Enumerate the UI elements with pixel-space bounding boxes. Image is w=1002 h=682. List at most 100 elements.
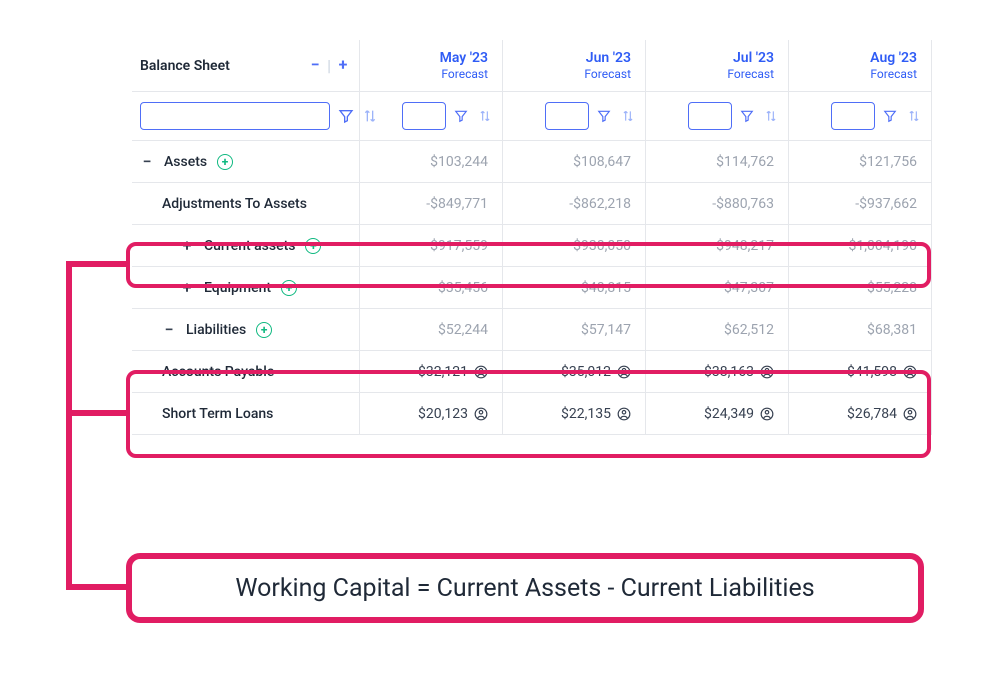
search-input[interactable] xyxy=(140,102,330,130)
period-sublabel: Forecast xyxy=(660,67,774,81)
value-cell[interactable]: $948,217 xyxy=(646,225,789,266)
cell-value: $114,762 xyxy=(716,154,774,170)
add-item-icon[interactable]: + xyxy=(217,154,233,170)
value-cell[interactable]: -$862,218 xyxy=(503,183,646,224)
cell-value: $948,217 xyxy=(716,238,774,254)
cell-value: $52,244 xyxy=(438,322,488,338)
filter-icon[interactable] xyxy=(595,107,613,125)
cell-value: $121,756 xyxy=(859,154,917,170)
period-sublabel: Forecast xyxy=(803,67,917,81)
filter-icon[interactable] xyxy=(452,107,470,125)
add-item-icon[interactable]: + xyxy=(305,238,321,254)
period-header[interactable]: Jul '23 Forecast xyxy=(646,40,789,91)
value-cell[interactable]: $55,228 xyxy=(789,267,932,308)
value-cell[interactable]: $108,647 xyxy=(503,141,646,182)
period-header[interactable]: Jun '23 Forecast xyxy=(503,40,646,91)
row-label-text: Equipment xyxy=(204,280,271,296)
value-cell[interactable]: $57,147 xyxy=(503,309,646,350)
value-cell[interactable]: $32,121 xyxy=(360,351,503,392)
expand-toggle-icon[interactable]: − xyxy=(140,152,154,171)
period-header[interactable]: Aug '23 Forecast xyxy=(789,40,932,91)
title-cell: Balance Sheet − | + xyxy=(132,40,360,91)
cell-value: $20,123 xyxy=(418,406,468,422)
col-filter-input[interactable] xyxy=(545,102,589,130)
cell-value: $917,559 xyxy=(430,238,488,254)
row-label-cell[interactable]: −Liabilities+ xyxy=(132,309,360,350)
filter-col xyxy=(360,92,503,140)
col-filter-input[interactable] xyxy=(402,102,446,130)
table-row: Adjustments To Assets-$849,771-$862,218-… xyxy=(132,183,932,225)
row-label-cell[interactable]: + Current assets + xyxy=(132,225,360,266)
value-cell[interactable]: $1,004,190 xyxy=(789,225,932,266)
value-cell[interactable]: $917,559 xyxy=(360,225,503,266)
col-filter-input[interactable] xyxy=(831,102,875,130)
cell-value: -$849,771 xyxy=(426,196,488,212)
value-cell[interactable]: $47,307 xyxy=(646,267,789,308)
cell-value: $35,012 xyxy=(561,364,611,380)
row-label-cell[interactable]: + Equipment + xyxy=(132,267,360,308)
sort-icon[interactable] xyxy=(476,107,494,125)
period-label: Jul '23 xyxy=(660,50,774,66)
value-cell[interactable]: $52,244 xyxy=(360,309,503,350)
expand-toggle-icon[interactable]: + xyxy=(180,236,194,255)
sort-icon[interactable] xyxy=(905,107,923,125)
row-label-text: Current assets xyxy=(204,238,295,254)
person-icon xyxy=(617,365,631,379)
filter-col xyxy=(503,92,646,140)
col-filter-input[interactable] xyxy=(688,102,732,130)
value-cell[interactable]: $22,135 xyxy=(503,393,646,434)
add-item-icon[interactable]: + xyxy=(281,280,297,296)
table-row: Short Term Loans $20,123 $22,135$24,349$26… xyxy=(132,393,932,435)
cell-value: $41,598 xyxy=(847,364,897,380)
row-label-cell[interactable]: Short Term Loans xyxy=(132,393,360,434)
value-cell[interactable]: -$880,763 xyxy=(646,183,789,224)
value-cell[interactable]: -$849,771 xyxy=(360,183,503,224)
sheet-title: Balance Sheet xyxy=(140,58,230,74)
row-label-cell[interactable]: Adjustments To Assets xyxy=(132,183,360,224)
value-cell[interactable]: $103,244 xyxy=(360,141,503,182)
value-cell[interactable]: $38,163 xyxy=(646,351,789,392)
cell-value: $40,815 xyxy=(581,280,631,296)
cell-value: $57,147 xyxy=(581,322,631,338)
filter-icon[interactable] xyxy=(881,107,899,125)
period-sublabel: Forecast xyxy=(517,67,631,81)
row-label-text: Assets xyxy=(164,154,207,170)
connector xyxy=(66,261,72,588)
period-header[interactable]: May '23 Forecast xyxy=(360,40,503,91)
filter-icon[interactable] xyxy=(738,107,756,125)
cell-value: $108,647 xyxy=(573,154,631,170)
row-label-text: Adjustments To Assets xyxy=(162,196,307,212)
person-icon xyxy=(760,407,774,421)
add-item-icon[interactable]: + xyxy=(256,322,272,338)
value-cell[interactable]: $35,456 xyxy=(360,267,503,308)
value-cell[interactable]: $41,598 xyxy=(789,351,932,392)
period-label: Jun '23 xyxy=(517,50,631,66)
connector xyxy=(66,410,126,416)
value-cell[interactable]: $68,381 xyxy=(789,309,932,350)
value-cell[interactable]: $62,512 xyxy=(646,309,789,350)
sort-icon[interactable] xyxy=(762,107,780,125)
cell-value: $38,163 xyxy=(704,364,754,380)
value-cell[interactable]: $20,123 xyxy=(360,393,503,434)
row-label-cell[interactable]: −Assets + xyxy=(132,141,360,182)
row-label-cell[interactable]: Accounts Payable xyxy=(132,351,360,392)
value-cell[interactable]: $26,784 xyxy=(789,393,932,434)
person-icon xyxy=(760,365,774,379)
value-cell[interactable]: $930,050 xyxy=(503,225,646,266)
value-cell[interactable]: $40,815 xyxy=(503,267,646,308)
collapse-all-button[interactable]: − xyxy=(307,56,323,72)
period-sublabel: Forecast xyxy=(374,67,488,81)
table-row: Accounts Payable$32,121 $35,012 $38,163 $41… xyxy=(132,351,932,393)
value-cell[interactable]: $35,012 xyxy=(503,351,646,392)
value-cell[interactable]: $114,762 xyxy=(646,141,789,182)
value-cell[interactable]: $121,756 xyxy=(789,141,932,182)
value-cell[interactable]: -$937,662 xyxy=(789,183,932,224)
cell-value: $68,381 xyxy=(867,322,917,338)
expand-all-button[interactable]: + xyxy=(335,56,351,72)
filter-icon[interactable] xyxy=(338,107,354,125)
connector xyxy=(66,261,126,267)
expand-toggle-icon[interactable]: − xyxy=(162,320,176,339)
value-cell[interactable]: $24,349 xyxy=(646,393,789,434)
expand-toggle-icon[interactable]: + xyxy=(180,278,194,297)
sort-icon[interactable] xyxy=(619,107,637,125)
